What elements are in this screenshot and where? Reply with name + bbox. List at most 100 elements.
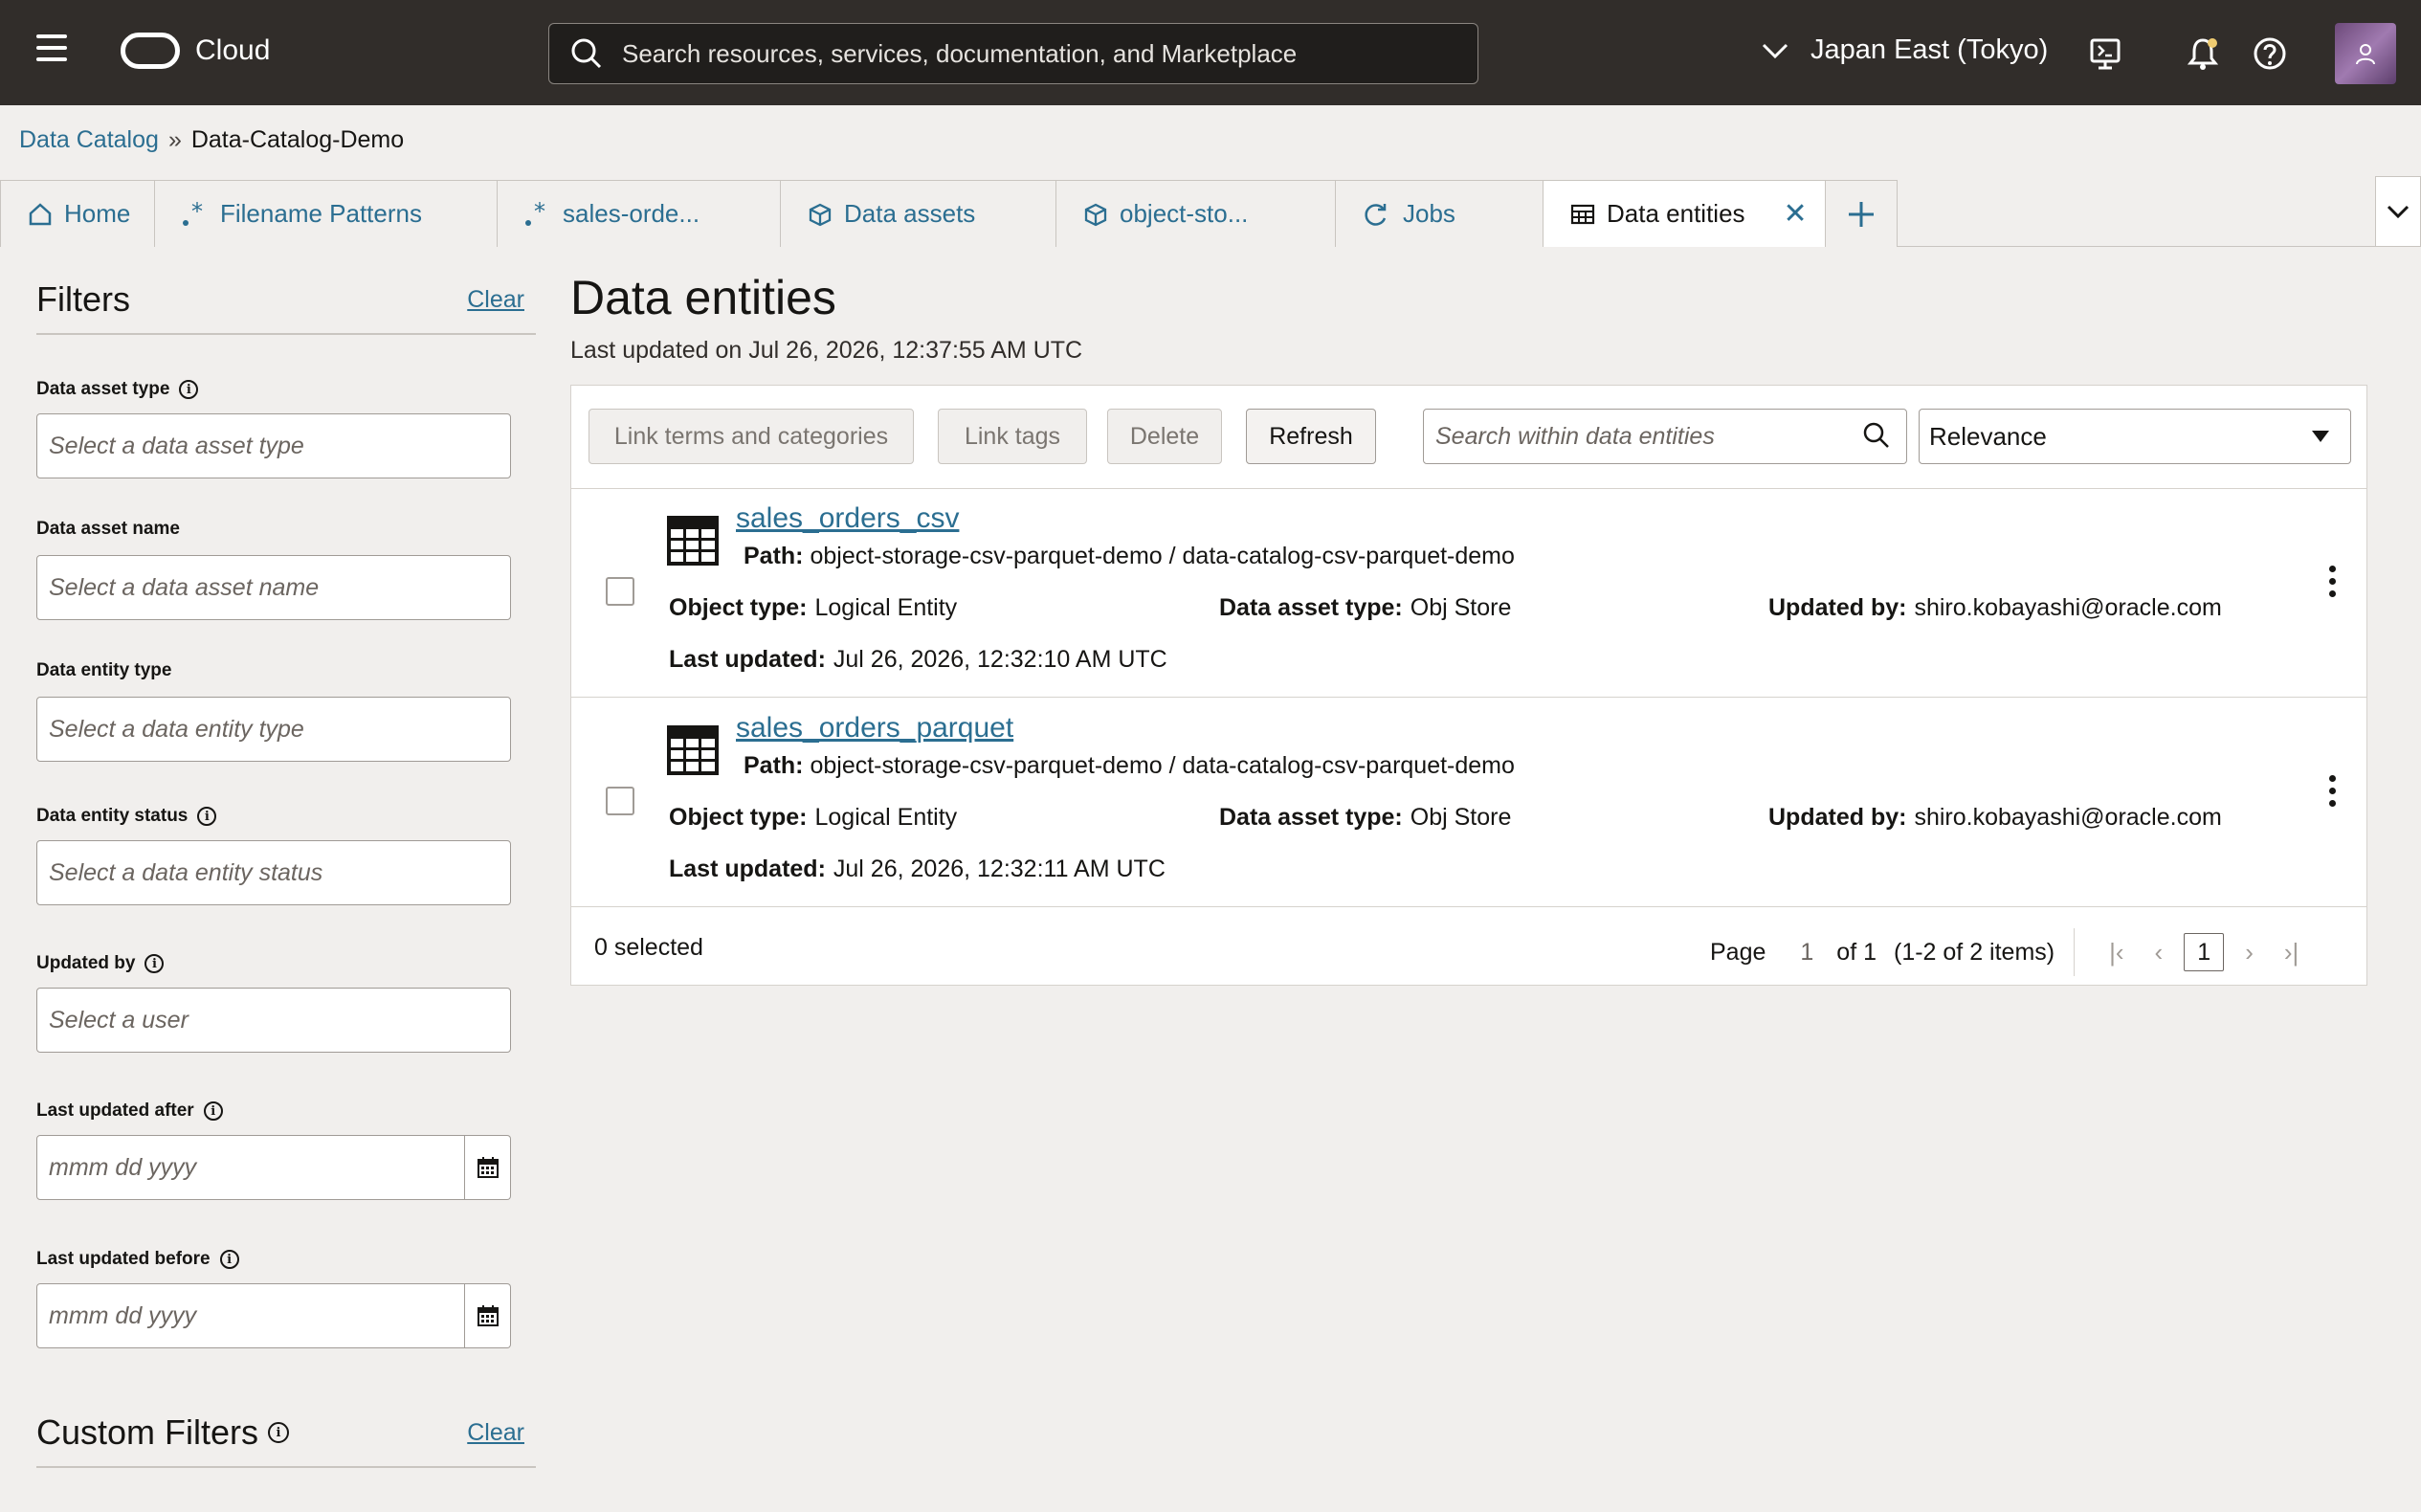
table-row: sales_orders_csv Path: object-storage-cs… [571, 489, 2366, 698]
filter-label: Data asset name [36, 519, 180, 539]
cloud-shell-icon[interactable] [2086, 34, 2124, 73]
breadcrumb-data-catalog[interactable]: Data Catalog [19, 126, 159, 154]
calendar-button[interactable] [465, 1283, 511, 1348]
info-icon[interactable]: i [219, 1250, 239, 1269]
breadcrumb: Data Catalog » Data-Catalog-Demo [19, 126, 404, 154]
global-search-input[interactable]: Search resources, services, documentatio… [548, 23, 1478, 84]
data-asset-type-select[interactable]: Select a data asset type [36, 413, 511, 478]
filter-updated-by: Updated by i Select a user [36, 953, 511, 1053]
dropdown-arrow-icon [2312, 431, 2329, 442]
last-page-icon[interactable]: ›| [2284, 938, 2299, 967]
last-updated-value: Jul 26, 2026, 12:32:10 AM UTC [833, 646, 1167, 673]
info-icon[interactable]: i [144, 954, 165, 973]
breadcrumb-separator: » [167, 126, 182, 153]
entity-search-input[interactable]: Search within data entities [1423, 409, 1907, 464]
items-range: (1-2 of 2 items) [1894, 938, 2055, 966]
tab-filename-patterns[interactable]: * Filename Patterns [154, 180, 498, 247]
tab-bar: Home * Filename Patterns * sales-orde...… [0, 180, 2421, 247]
entity-name-link[interactable]: sales_orders_parquet [736, 712, 1013, 745]
previous-page-icon[interactable]: ‹ [2155, 938, 2164, 967]
next-page-icon[interactable]: › [2245, 938, 2254, 967]
last-updated-before-input[interactable]: mmm dd yyyy [36, 1283, 465, 1348]
table-icon [667, 725, 719, 775]
tab-object-storage[interactable]: object-sto... [1055, 180, 1336, 247]
user-icon [2356, 44, 2375, 65]
tab-label: Home [64, 199, 131, 228]
user-avatar[interactable] [2335, 23, 2396, 84]
link-tags-button[interactable]: Link tags [938, 409, 1087, 464]
info-icon[interactable]: i [203, 1101, 223, 1121]
notifications-icon[interactable] [2184, 34, 2222, 73]
search-icon[interactable] [1862, 421, 1891, 450]
add-tab-button[interactable] [1825, 180, 1898, 247]
search-placeholder: Search resources, services, documentatio… [622, 38, 1298, 68]
page-label: Page [1710, 938, 1766, 966]
data-entity-status-select[interactable]: Select a data entity status [36, 840, 511, 905]
row-checkbox[interactable] [606, 787, 634, 815]
region-selector[interactable]: Japan East (Tokyo) [1761, 34, 2048, 66]
pattern-icon: * [183, 202, 203, 226]
region-label: Japan East (Tokyo) [1810, 34, 2049, 65]
info-icon[interactable]: i [268, 1422, 290, 1443]
table-footer: 0 selected Page 1 of 1 (1-2 of 2 items) … [571, 906, 2366, 989]
chevron-down-icon [1762, 43, 1788, 58]
tab-jobs[interactable]: Jobs [1335, 180, 1544, 247]
info-icon[interactable]: i [179, 380, 199, 399]
updated-by-value: shiro.kobayashi@oracle.com [1914, 804, 2222, 831]
updated-by-label: Updated by: [1768, 804, 1907, 831]
table-row: sales_orders_parquet Path: object-storag… [571, 699, 2366, 882]
last-updated-after-input[interactable]: mmm dd yyyy [36, 1135, 465, 1200]
filters-panel: Filters Clear Data asset type i Select a … [36, 278, 536, 1468]
close-tab-icon[interactable]: ✕ [1784, 197, 1808, 231]
data-asset-type-label: Data asset type: [1219, 594, 1403, 621]
tab-home[interactable]: Home [0, 180, 155, 247]
row-actions-icon[interactable] [2326, 775, 2338, 812]
filter-data-asset-name: Data asset name Select a data asset name [36, 519, 511, 620]
data-entity-type-select[interactable]: Select a data entity type [36, 697, 511, 762]
brand-label: Cloud [195, 34, 271, 66]
tab-overflow-button[interactable] [2375, 176, 2421, 247]
refresh-button[interactable]: Refresh [1246, 409, 1376, 464]
tab-sales-orders[interactable]: * sales-orde... [497, 180, 781, 247]
object-type-label: Object type: [669, 804, 808, 831]
chevron-down-icon [2387, 205, 2410, 219]
breadcrumb-current: Data-Catalog-Demo [190, 126, 405, 153]
filter-label: Last updated after [36, 1101, 194, 1121]
path-label: Path: [744, 752, 804, 779]
updated-by-select[interactable]: Select a user [36, 988, 511, 1053]
delete-button[interactable]: Delete [1107, 409, 1222, 464]
data-asset-type-value: Obj Store [1410, 594, 1512, 621]
first-page-icon[interactable]: |‹ [2109, 938, 2123, 967]
object-type-label: Object type: [669, 594, 808, 621]
tab-data-entities[interactable]: Data entities ✕ [1543, 180, 1826, 247]
oracle-cloud-logo[interactable]: Cloud [121, 33, 270, 69]
page-total: of 1 [1836, 938, 1877, 966]
data-asset-name-select[interactable]: Select a data asset name [36, 555, 511, 620]
menu-icon[interactable] [36, 34, 78, 71]
clear-filters-link[interactable]: Clear [467, 286, 524, 314]
last-updated-value: Jul 26, 2026, 12:32:11 AM UTC [833, 856, 1166, 882]
filter-label: Data entity type [36, 660, 172, 680]
link-terms-button[interactable]: Link terms and categories [589, 409, 914, 464]
info-icon[interactable]: i [197, 807, 217, 826]
filter-label: Updated by [36, 953, 136, 973]
entity-path: object-storage-csv-parquet-demo / data-c… [810, 752, 1515, 779]
current-page-button[interactable]: 1 [2184, 933, 2225, 971]
help-icon[interactable] [2251, 34, 2289, 73]
oracle-logo-icon [121, 33, 180, 69]
tab-data-assets[interactable]: Data assets [780, 180, 1056, 247]
entity-name-link[interactable]: sales_orders_csv [736, 502, 959, 535]
sort-select[interactable]: Relevance [1919, 409, 2351, 464]
search-icon [571, 38, 602, 69]
calendar-button[interactable] [465, 1135, 511, 1200]
table-icon [667, 516, 719, 566]
row-actions-icon[interactable] [2326, 566, 2338, 603]
filter-last-updated-after: Last updated after i mmm dd yyyy [36, 1101, 511, 1200]
page-input[interactable]: 1 [1800, 939, 1813, 967]
object-type-value: Logical Entity [814, 594, 958, 621]
pattern-icon: * [525, 202, 545, 226]
row-checkbox[interactable] [606, 577, 634, 606]
clear-custom-filters-link[interactable]: Clear [467, 1419, 524, 1447]
custom-filters-title: Custom Filters [36, 1412, 259, 1452]
plus-icon [1849, 201, 1874, 227]
